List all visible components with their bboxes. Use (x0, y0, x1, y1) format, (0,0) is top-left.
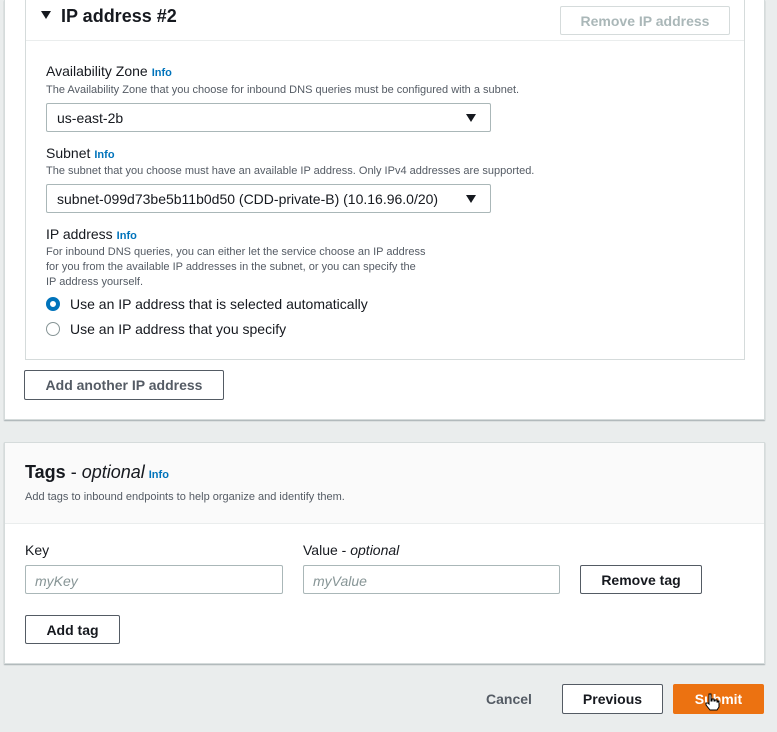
radio-button-unchecked[interactable] (46, 322, 60, 336)
availability-zone-label: Availability Zone Info (46, 63, 172, 79)
radio-option-label: Use an IP address that you specify (70, 321, 287, 337)
ip-address-panel: IP address #2 Remove IP address Availabi… (4, 0, 765, 420)
subnet-label: Subnet Info (46, 145, 115, 161)
value-label-optional: optional (350, 542, 400, 558)
tags-panel: Tags - optional Info Add tags to inbound … (4, 442, 765, 664)
tags-description: Add tags to inbound endpoints to help or… (25, 491, 345, 503)
radio-button-checked[interactable] (46, 297, 60, 311)
ip-address-label: IP address Info (46, 226, 137, 242)
ip-address-container: IP address #2 Remove IP address Availabi… (25, 0, 745, 360)
value-label-dash: - (337, 542, 351, 558)
availability-zone-select[interactable]: us-east-2b (46, 103, 491, 132)
availability-zone-description: The Availability Zone that you choose fo… (46, 84, 520, 96)
add-another-ip-address-button[interactable]: Add another IP address (24, 370, 224, 400)
tags-header: Tags - optional Info Add tags to inbound … (5, 443, 764, 524)
ip-address-title: IP address #2 (61, 6, 177, 26)
subnet-select[interactable]: subnet-099d73be5b11b0d50 (CDD-private-B)… (46, 184, 491, 213)
add-tag-button[interactable]: Add tag (25, 615, 120, 644)
tags-info-link[interactable]: Info (149, 469, 169, 481)
ip-address-label-text: IP address (46, 226, 113, 242)
tags-title: Tags - optional Info (25, 462, 169, 483)
subnet-value: subnet-099d73be5b11b0d50 (CDD-private-B)… (57, 191, 439, 207)
hand-pointer-cursor-icon (705, 693, 720, 711)
tags-title-text: Tags (25, 462, 66, 482)
ip-address-info-link[interactable]: Info (117, 230, 137, 242)
ip-address-description-line: for you from the available IP addresses … (46, 261, 416, 273)
tags-title-dash: - (65, 462, 82, 482)
key-label: Key (25, 542, 50, 558)
tag-key-input[interactable]: myKey (25, 565, 283, 594)
remove-tag-button[interactable]: Remove tag (580, 565, 702, 594)
availability-zone-value: us-east-2b (57, 110, 124, 126)
cancel-button[interactable]: Cancel (470, 684, 548, 714)
ip-address-header[interactable]: IP address #2 Remove IP address (26, 0, 744, 41)
ip-address-description: For inbound DNS queries, you can either … (46, 245, 426, 290)
caret-down-icon (466, 195, 476, 203)
tags-title-optional: optional (81, 462, 145, 482)
previous-button[interactable]: Previous (562, 684, 663, 714)
subnet-description: The subnet that you choose must have an … (46, 165, 535, 177)
tag-value-input[interactable]: myValue (303, 565, 560, 594)
subnet-label-text: Subnet (46, 145, 91, 161)
ip-address-description-line: IP address yourself. (46, 276, 144, 288)
caret-down-icon (466, 114, 476, 122)
value-label-text: Value (303, 542, 338, 558)
value-label: Value - optional (303, 542, 399, 558)
availability-zone-label-text: Availability Zone (46, 63, 148, 79)
availability-zone-info-link[interactable]: Info (152, 67, 172, 79)
remove-ip-address-button[interactable]: Remove IP address (560, 6, 730, 35)
subnet-info-link[interactable]: Info (94, 149, 114, 161)
radio-option-label: Use an IP address that is selected autom… (70, 296, 368, 312)
ip-address-description-line: For inbound DNS queries, you can either … (46, 246, 426, 258)
caret-down-icon[interactable] (41, 11, 51, 19)
